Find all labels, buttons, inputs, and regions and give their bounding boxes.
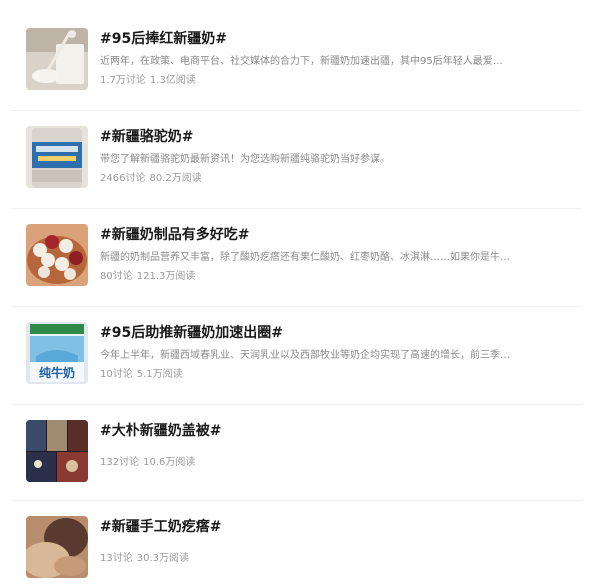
topic-description: 今年上半年，新疆西域春乳业、天润乳业以及西部牧业等奶企均实现了高速的增长，前三季… xyxy=(100,350,510,361)
topic-description: 近两年，在政策、电商平台、社交媒体的合力下，新疆奶加速出疆，其中95后年轻人最爱… xyxy=(100,56,503,67)
milk-bag-label: 纯牛奶 xyxy=(39,365,75,380)
topic-item[interactable]: #新疆骆驼奶# 带您了解新疆骆驼奶最新资讯！为您选购新疆纯骆驼奶当好参谋。 24… xyxy=(0,126,600,224)
topic-stats: 13讨论 30.3万阅读 xyxy=(100,551,189,567)
topic-thumbnail[interactable] xyxy=(26,516,88,578)
read-count: 121.3万阅读 xyxy=(136,271,196,282)
topic-thumbnail[interactable] xyxy=(26,126,88,188)
discussion-count: 132讨论 xyxy=(100,457,140,468)
topic-stats: 80讨论 121.3万阅读 xyxy=(100,269,195,285)
divider xyxy=(12,208,582,209)
topic-title[interactable]: #95后捧红新疆奶# xyxy=(100,28,227,50)
discussion-count: 10讨论 xyxy=(100,369,133,380)
read-count: 5.1万阅读 xyxy=(136,369,183,380)
dairy-snacks-image xyxy=(26,224,88,286)
topic-title[interactable]: #新疆手工奶疙瘩# xyxy=(100,516,221,538)
topic-stats: 132讨论 10.6万阅读 xyxy=(100,455,195,471)
topic-stats: 10讨论 5.1万阅读 xyxy=(100,367,183,383)
discussion-count: 1.7万讨论 xyxy=(100,75,146,86)
quilt-collage-image xyxy=(26,420,88,482)
topic-thumbnail[interactable] xyxy=(26,28,88,90)
topic-description: 新疆的奶制品营养又丰富，除了酸奶疙瘩还有果仁酸奶、红枣奶酪、冰淇淋……如果你是牛… xyxy=(100,252,510,263)
topic-description: 带您了解新疆骆驼奶最新资讯！为您选购新疆纯骆驼奶当好参谋。 xyxy=(100,154,390,165)
topic-item[interactable]: #95后捧红新疆奶# 近两年，在政策、电商平台、社交媒体的合力下，新疆奶加速出疆… xyxy=(0,28,600,126)
topic-list: #95后捧红新疆奶# 近两年，在政策、电商平台、社交媒体的合力下，新疆奶加速出疆… xyxy=(0,0,600,588)
read-count: 1.3亿阅读 xyxy=(149,75,196,86)
milk-bag-image: 纯牛奶 xyxy=(26,322,88,384)
topic-item[interactable]: #新疆奶制品有多好吃# 新疆的奶制品营养又丰富，除了酸奶疙瘩还有果仁酸奶、红枣奶… xyxy=(0,224,600,322)
read-count: 30.3万阅读 xyxy=(136,553,189,564)
topic-thumbnail[interactable] xyxy=(26,224,88,286)
topic-thumbnail[interactable] xyxy=(26,420,88,482)
discussion-count: 13讨论 xyxy=(100,553,133,564)
divider xyxy=(12,306,582,307)
discussion-count: 80讨论 xyxy=(100,271,133,282)
topic-item[interactable]: 纯牛奶 #95后助推新疆奶加速出圈# 今年上半年，新疆西域春乳业、天润乳业以及西… xyxy=(0,322,600,420)
read-count: 10.6万阅读 xyxy=(143,457,196,468)
topic-thumbnail[interactable]: 纯牛奶 xyxy=(26,322,88,384)
topic-title[interactable]: #大朴新疆奶盖被# xyxy=(100,420,221,442)
topic-stats: 2466讨论 80.2万阅读 xyxy=(100,171,202,187)
milk-pour-image xyxy=(26,28,88,90)
divider xyxy=(12,110,582,111)
topic-stats: 1.7万讨论 1.3亿阅读 xyxy=(100,73,196,89)
divider xyxy=(12,500,582,501)
read-count: 80.2万阅读 xyxy=(149,173,202,184)
handmade-cheese-image xyxy=(26,516,88,578)
topic-title[interactable]: #新疆骆驼奶# xyxy=(100,126,193,148)
topic-item[interactable]: #大朴新疆奶盖被# 132讨论 10.6万阅读 xyxy=(0,420,600,518)
topic-title[interactable]: #95后助推新疆奶加速出圈# xyxy=(100,322,283,344)
camel-milk-can-image xyxy=(26,126,88,188)
topic-title[interactable]: #新疆奶制品有多好吃# xyxy=(100,224,249,246)
discussion-count: 2466讨论 xyxy=(100,173,146,184)
divider xyxy=(12,404,582,405)
topic-item[interactable]: #新疆手工奶疙瘩# 13讨论 30.3万阅读 xyxy=(0,516,600,588)
